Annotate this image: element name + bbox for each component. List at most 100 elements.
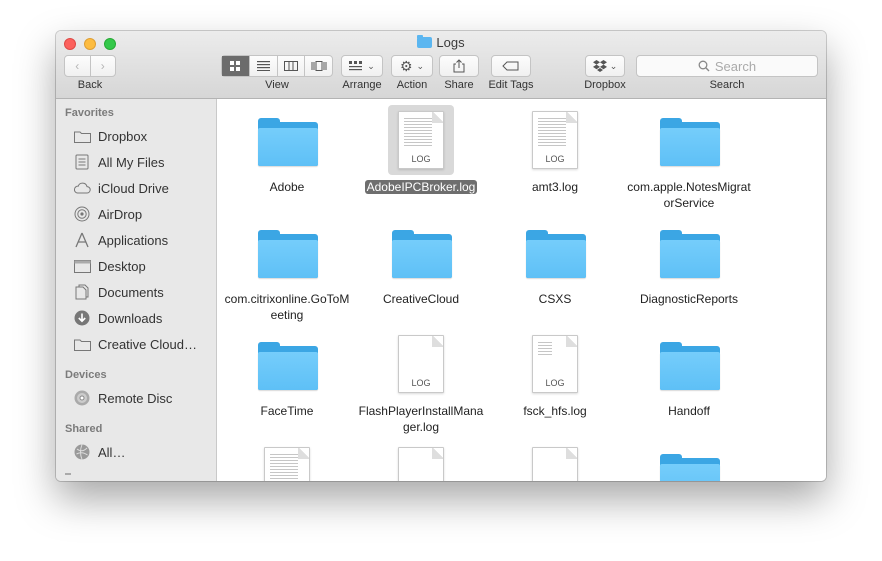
sidebar-item-documents[interactable]: Documents (73, 281, 164, 303)
log-file-icon (532, 447, 578, 481)
chevron-right-icon: › (100, 59, 105, 73)
sidebar-item-label: Dropbox (98, 128, 148, 144)
file-name: com.apple.NotesMigratorService (627, 180, 751, 210)
sidebar-item-downloads[interactable]: Downloads (73, 307, 162, 329)
chevron-down-icon: ⌄ (367, 60, 375, 71)
file-item-partial[interactable] (220, 440, 354, 481)
action-button[interactable]: ⚙ ⌄ (391, 55, 433, 77)
back-label: Back (77, 79, 103, 91)
sidebar-item-desktop[interactable]: Desktop (73, 255, 146, 277)
tag-icon (502, 61, 519, 71)
list-view-button[interactable] (250, 56, 278, 76)
sidebar-item-airdrop[interactable]: AirDrop (73, 203, 142, 225)
window-title-text: Logs (436, 35, 465, 50)
file-item-adobe[interactable]: Adobe (220, 104, 354, 195)
icon-view-button[interactable] (222, 56, 250, 76)
share-icon (453, 59, 465, 73)
search-icon (698, 60, 710, 72)
file-name: CSXS (538, 292, 572, 306)
folder-icon (660, 230, 720, 278)
edit-tags-label: Edit Tags (488, 79, 534, 91)
disc-icon (73, 390, 91, 406)
folder-icon (660, 118, 720, 166)
sidebar-item-label: Desktop (98, 258, 146, 274)
search-input[interactable]: Search (636, 55, 818, 77)
file-item-notes-migrator[interactable]: com.apple.NotesMigratorService (622, 104, 756, 211)
sidebar-item-label: AirDrop (98, 206, 143, 222)
file-item-partial[interactable] (488, 440, 622, 481)
search-placeholder: Search (714, 58, 757, 74)
downloads-icon (73, 310, 91, 326)
view-control (221, 55, 333, 77)
sidebar-heading-shared: Shared (65, 423, 103, 435)
sidebar-item-all-shared[interactable]: All… (73, 441, 125, 463)
sidebar-item-label: Applications (98, 232, 169, 248)
window-title: Logs (56, 35, 826, 50)
folder-icon (417, 35, 433, 48)
sidebar-item-remote-disc[interactable]: Remote Disc (73, 387, 172, 409)
folder-icon (73, 128, 91, 144)
file-item-creativecloud[interactable]: CreativeCloud (354, 216, 488, 307)
sidebar-item-label: Documents (98, 284, 164, 300)
cloud-icon (73, 180, 91, 196)
log-file-icon: LOG (532, 335, 578, 393)
share-button[interactable] (439, 55, 479, 77)
sidebar-scroll-remainder (65, 473, 71, 475)
file-name: Handoff (668, 404, 710, 418)
file-item-partial[interactable] (354, 440, 488, 481)
toolbar: Logs ‹ › Back View ⌄ Arrange ⚙ ⌄ Action … (56, 31, 826, 99)
file-item-adobeipcbroker-log[interactable]: LOG AdobeIPCBroker.log (354, 104, 488, 195)
file-name: fsck_hfs.log (523, 404, 587, 418)
sidebar-heading-devices: Devices (65, 369, 107, 381)
log-file-icon: LOG (398, 111, 444, 169)
log-file-icon: LOG (398, 335, 444, 393)
dropbox-button[interactable]: ⌄ (585, 55, 625, 77)
file-item-flashplayer-log[interactable]: LOG FlashPlayerInstallManager.log (354, 328, 488, 435)
coverflow-view-icon (311, 61, 327, 71)
search-label: Search (709, 79, 745, 91)
folder-icon (660, 342, 720, 390)
file-item-facetime[interactable]: FaceTime (220, 328, 354, 419)
file-item-fsck-hfs-log[interactable]: LOG fsck_hfs.log (488, 328, 622, 419)
back-button[interactable]: ‹ (65, 56, 91, 76)
sidebar: Favorites Dropbox All My Files iCloud Dr… (56, 99, 217, 481)
sidebar-item-applications[interactable]: Applications (73, 229, 168, 251)
sidebar-item-label: Downloads (98, 310, 163, 326)
folder-icon (258, 230, 318, 278)
sidebar-item-dropbox[interactable]: Dropbox (73, 125, 147, 147)
file-ext-badge: LOG (545, 154, 565, 164)
forward-button[interactable]: › (91, 56, 116, 76)
chevron-left-icon: ‹ (75, 59, 80, 73)
arrange-icon (349, 61, 363, 71)
folder-icon (73, 336, 91, 352)
file-item-diagnosticreports[interactable]: DiagnosticReports (622, 216, 756, 307)
sidebar-item-all-my-files[interactable]: All My Files (73, 151, 164, 173)
folder-icon (526, 230, 586, 278)
chevron-down-icon: ⌄ (416, 60, 425, 71)
file-item-amt3-log[interactable]: LOG amt3.log (488, 104, 622, 195)
file-name: FaceTime (260, 404, 314, 418)
sidebar-item-icloud-drive[interactable]: iCloud Drive (73, 177, 169, 199)
arrange-button[interactable]: ⌄ (341, 55, 383, 77)
coverflow-view-button[interactable] (305, 56, 332, 76)
applications-icon (73, 232, 91, 248)
file-item-handoff[interactable]: Handoff (622, 328, 756, 419)
file-item-csxs[interactable]: CSXS (488, 216, 622, 307)
file-item-gotomeeting[interactable]: com.citrixonline.GoToMeeting (220, 216, 354, 323)
file-item-partial[interactable] (622, 440, 756, 481)
log-file-icon (398, 447, 444, 481)
log-file-icon: LOG (532, 111, 578, 169)
folder-icon (660, 454, 720, 481)
column-view-button[interactable] (278, 56, 306, 76)
file-name: DiagnosticReports (639, 292, 739, 306)
sidebar-item-creative-cloud[interactable]: Creative Cloud… (73, 333, 197, 355)
edit-tags-button[interactable] (491, 55, 531, 77)
arrange-label: Arrange (342, 79, 382, 91)
airdrop-icon (73, 206, 91, 222)
dropbox-label: Dropbox (584, 79, 626, 91)
file-ext-badge: LOG (411, 154, 431, 164)
sidebar-item-label: iCloud Drive (98, 180, 169, 196)
sidebar-item-label: All… (98, 444, 126, 460)
sidebar-item-label: All My Files (98, 154, 165, 170)
sidebar-heading-favorites: Favorites (65, 107, 114, 119)
